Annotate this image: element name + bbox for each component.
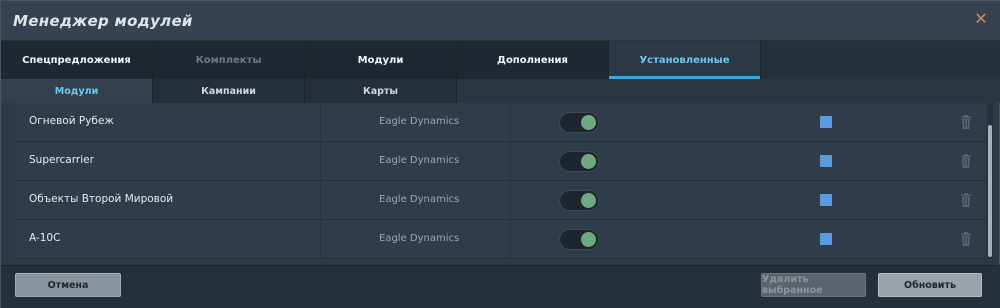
toggle-knob — [581, 232, 596, 247]
subtab-maps[interactable]: Карты — [305, 79, 457, 103]
delete-selected-button[interactable]: Удалить выбранное — [761, 273, 866, 297]
select-checkbox[interactable] — [820, 194, 832, 206]
select-checkbox[interactable] — [820, 155, 832, 167]
module-manager-window: Менеджер модулей ✕ Спецпредложения Компл… — [0, 0, 1000, 308]
enable-toggle[interactable] — [559, 229, 599, 250]
installed-list: Огневой Рубеж Eagle Dynamics Supercarrie… — [15, 103, 985, 259]
column-divider — [320, 181, 321, 220]
module-author: Eagle Dynamics — [379, 233, 460, 244]
tab-bundles[interactable]: Комплекты — [153, 41, 305, 79]
list-item[interactable]: Объекты Второй Мировой Eagle Dynamics — [15, 181, 985, 220]
tab-special-offers[interactable]: Спецпредложения — [1, 41, 153, 79]
select-checkbox[interactable] — [820, 233, 832, 245]
list-item[interactable]: Огневой Рубеж Eagle Dynamics — [15, 103, 985, 142]
column-divider — [510, 181, 511, 220]
column-divider — [320, 220, 321, 259]
list-item[interactable]: Supercarrier Eagle Dynamics — [15, 142, 985, 181]
column-divider — [510, 220, 511, 259]
module-name: Огневой Рубеж — [29, 115, 114, 127]
enable-toggle[interactable] — [559, 190, 599, 211]
main-tabs: Спецпредложения Комплекты Модули Дополне… — [1, 41, 1000, 79]
enable-toggle[interactable] — [559, 112, 599, 133]
tab-modules[interactable]: Модули — [305, 41, 457, 79]
subtab-campaigns[interactable]: Кампании — [153, 79, 305, 103]
sub-tabs: Модули Кампании Карты — [1, 79, 1000, 103]
toggle-knob — [581, 193, 596, 208]
tab-installed[interactable]: Установленные — [609, 41, 761, 79]
trash-icon[interactable] — [960, 193, 972, 207]
column-divider — [510, 142, 511, 181]
column-divider — [320, 142, 321, 181]
subtab-modules[interactable]: Модули — [1, 79, 153, 103]
module-author: Eagle Dynamics — [379, 116, 460, 127]
tabs-filler — [761, 41, 1000, 79]
module-author: Eagle Dynamics — [379, 194, 460, 205]
toggle-knob — [581, 115, 596, 130]
close-icon[interactable]: ✕ — [973, 11, 989, 27]
enable-toggle[interactable] — [559, 151, 599, 172]
footer-bar: Отмена Удалить выбранное Обновить — [1, 265, 1000, 308]
column-divider — [510, 103, 511, 142]
module-name: A-10C — [29, 232, 61, 244]
toggle-knob — [581, 154, 596, 169]
trash-icon[interactable] — [960, 115, 972, 129]
trash-icon[interactable] — [960, 154, 972, 168]
scrollbar-thumb[interactable] — [988, 125, 992, 257]
select-checkbox[interactable] — [820, 116, 832, 128]
module-name: Объекты Второй Мировой — [29, 193, 174, 205]
column-divider — [320, 103, 321, 142]
list-item[interactable]: A-10C Eagle Dynamics — [15, 220, 985, 259]
module-author: Eagle Dynamics — [379, 155, 460, 166]
module-name: Supercarrier — [29, 154, 94, 166]
tab-addons[interactable]: Дополнения — [457, 41, 609, 79]
list-scrollbar[interactable] — [987, 103, 993, 259]
update-button[interactable]: Обновить — [878, 273, 982, 297]
window-title: Менеджер модулей — [13, 12, 193, 30]
subtabs-filler — [457, 79, 1000, 103]
trash-icon[interactable] — [960, 232, 972, 246]
cancel-button[interactable]: Отмена — [15, 273, 121, 297]
title-bar: Менеджер модулей ✕ — [1, 1, 1000, 41]
